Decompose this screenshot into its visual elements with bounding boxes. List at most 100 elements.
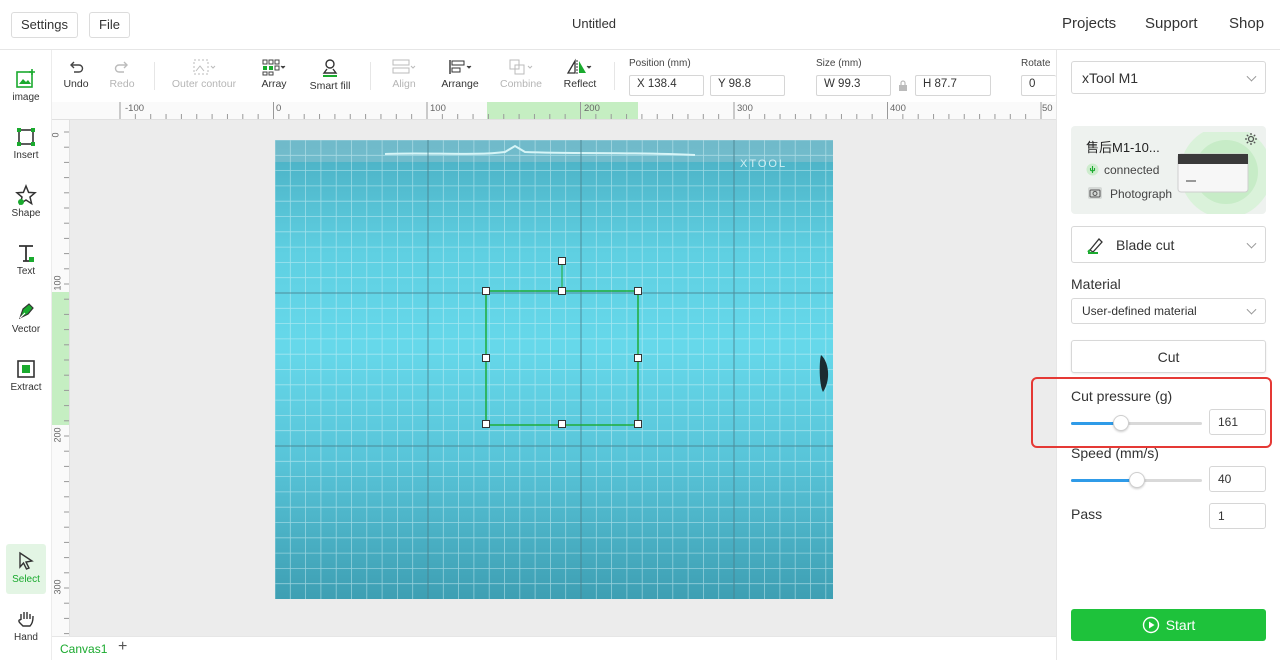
tool-shape[interactable]: Shape (6, 178, 46, 228)
resize-handle[interactable] (634, 287, 642, 295)
image-add-icon (16, 69, 35, 88)
outer-contour-label: Outer contour (171, 78, 237, 90)
ruler-label: 100 (52, 275, 63, 291)
outer-contour-button[interactable]: Outer contour (170, 58, 238, 90)
blade-cut-icon (1087, 238, 1103, 254)
text-icon (19, 245, 34, 262)
shop-link[interactable]: Shop (1229, 15, 1264, 32)
material-label: Material (1071, 276, 1121, 292)
pass-input[interactable]: 1 (1209, 503, 1266, 529)
cut-button-label: Cut (1157, 349, 1180, 365)
resize-handle[interactable] (558, 287, 566, 295)
left-toolbar: image Insert Shape Text Vector Extract S… (0, 50, 52, 660)
tool-hand-label: Hand (14, 632, 38, 643)
canvas-toolbar: Undo Redo Outer contour Array Smart fill… (52, 50, 1056, 102)
undo-label: Undo (63, 78, 89, 90)
redo-button[interactable]: Redo (108, 58, 136, 90)
smart-fill-button[interactable]: Smart fill (309, 58, 351, 92)
vertical-ruler-ticks (52, 131, 69, 635)
hand-icon (18, 612, 34, 627)
selection-box[interactable] (480, 254, 646, 432)
align-button[interactable]: Align (388, 58, 420, 90)
undo-icon (70, 61, 84, 73)
redo-label: Redo (109, 78, 135, 90)
arrange-label: Arrange (441, 78, 479, 90)
resize-handle[interactable] (482, 420, 490, 428)
resize-handle[interactable] (634, 420, 642, 428)
ruler-label: 300 (737, 103, 753, 114)
combine-label: Combine (499, 78, 543, 90)
speed-slider-handle[interactable] (1129, 472, 1145, 488)
cut-pressure-highlight (1031, 377, 1272, 448)
ruler-label: 300 (52, 579, 63, 595)
tool-select-label: Select (12, 574, 40, 585)
photograph-button[interactable]: Photograph (1110, 187, 1172, 201)
undo-button[interactable]: Undo (62, 58, 90, 90)
chevron-down-icon (1246, 304, 1257, 315)
cut-button[interactable]: Cut (1071, 340, 1266, 373)
start-button[interactable]: Start (1071, 609, 1266, 641)
resize-handle[interactable] (482, 287, 490, 295)
connection-status: connected (1104, 163, 1160, 177)
chevron-down-icon (1246, 238, 1257, 249)
tool-insert[interactable]: Insert (6, 120, 46, 170)
rotate-handle[interactable] (558, 257, 566, 265)
extract-icon (17, 360, 35, 378)
position-x-input[interactable]: X 138.4 (629, 75, 704, 96)
canvas-tab[interactable]: Canvas1 (60, 642, 107, 656)
tool-image[interactable]: image (6, 62, 46, 112)
arrange-button[interactable]: Arrange (440, 58, 480, 90)
ruler-label: 200 (52, 427, 63, 443)
tool-text-label: Text (16, 266, 36, 277)
tool-vector[interactable]: Vector (6, 294, 46, 344)
arrange-icon (449, 60, 472, 74)
gear-icon[interactable] (1244, 132, 1258, 146)
tool-select[interactable]: Select (6, 544, 46, 594)
material-select-value: User-defined material (1082, 304, 1197, 318)
chevron-down-icon (1246, 71, 1257, 82)
ruler-label: 50 (1042, 103, 1053, 114)
array-button[interactable]: Array (257, 58, 291, 90)
tool-vector-label: Vector (11, 324, 41, 335)
camera-icon[interactable] (1088, 187, 1102, 199)
size-w-input[interactable]: W 99.3 (816, 75, 891, 96)
toolbar-divider (154, 62, 155, 90)
size-label: Size (mm) (816, 58, 862, 69)
toolbar-divider (370, 62, 371, 90)
resize-handle[interactable] (482, 354, 490, 362)
top-bar: Settings File Untitled Projects Support … (0, 0, 1280, 50)
tool-extract-label: Extract (10, 382, 42, 393)
position-label: Position (mm) (629, 58, 691, 69)
tool-text[interactable]: Text (6, 236, 46, 286)
tool-extract[interactable]: Extract (6, 352, 46, 402)
mode-select-value: Blade cut (1116, 237, 1175, 253)
resize-handle[interactable] (634, 354, 642, 362)
device-select-value: xTool M1 (1082, 70, 1139, 86)
device-select[interactable]: xTool M1 (1071, 61, 1266, 94)
material-select[interactable]: User-defined material (1071, 298, 1266, 324)
speed-input[interactable]: 40 (1209, 466, 1266, 492)
device-card: 售后M1-10... connected Photograph (1071, 126, 1266, 214)
support-link[interactable]: Support (1145, 15, 1198, 32)
select-cursor-icon (19, 551, 34, 570)
combine-button[interactable]: Combine (498, 58, 544, 90)
document-title: Untitled (571, 16, 617, 31)
start-button-label: Start (1165, 617, 1196, 633)
xtool-watermark: XTOOL (740, 158, 788, 170)
mode-select[interactable]: Blade cut (1071, 226, 1266, 263)
reflect-button[interactable]: Reflect (562, 58, 598, 90)
rotate-input[interactable]: 0 (1021, 75, 1056, 96)
lock-icon[interactable] (898, 80, 908, 92)
size-h-input[interactable]: H 87.7 (915, 75, 991, 96)
rotate-label: Rotate (1021, 58, 1051, 69)
ruler-label: 0 (52, 132, 61, 137)
resize-handle[interactable] (558, 420, 566, 428)
speed-slider[interactable] (1071, 472, 1202, 488)
right-panel: xTool M1 售后M1-10... connected Photograph (1056, 50, 1280, 660)
projects-link[interactable]: Projects (1062, 15, 1116, 32)
add-canvas-button[interactable]: + (118, 638, 127, 656)
align-icon (392, 59, 416, 74)
tool-hand[interactable]: Hand (6, 602, 46, 652)
position-y-input[interactable]: Y 98.8 (710, 75, 785, 96)
smart-fill-label: Smart fill (309, 80, 351, 92)
